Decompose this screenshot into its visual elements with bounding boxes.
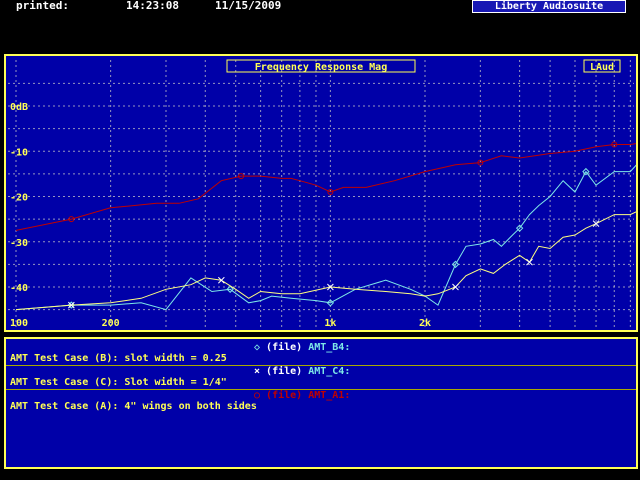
x-tick-label: 2k [419, 318, 431, 329]
legend-description: AMT Test Case (A): 4" wings on both side… [10, 401, 257, 412]
frequency-response-chart: Frequency Response Mag LAud 0dB -10 -20 -30 -4… [8, 59, 636, 329]
legend-file-header: ◇ (file) AMT_B4: [254, 342, 350, 353]
x-tick-label: 200 [102, 318, 120, 329]
y-tick-label: -10 [10, 147, 28, 158]
brand-badge: Liberty Audiosuite [472, 0, 626, 13]
legend-file-tag: (file) [260, 342, 309, 353]
print-time: 14:23:08 [126, 0, 179, 12]
legend-file-name: AMT_A1: [308, 390, 351, 401]
x-tick-label: 1k [324, 318, 336, 329]
plot-frame: Frequency Response Mag LAud 0dB -10 -20 -30 -4… [4, 54, 638, 332]
legend-panel: ◇ (file) AMT_B4: AMT Test Case (B): slot … [4, 337, 638, 469]
y-tick-label: -40 [10, 283, 28, 294]
legend-file-tag: (file) [260, 390, 309, 401]
printed-label: printed: [16, 0, 69, 12]
y-tick-label: -20 [10, 193, 28, 204]
y-tick-label: 0dB [10, 102, 28, 113]
series-line-amt_a1 [15, 143, 636, 231]
series-line-amt_c4 [15, 211, 636, 311]
y-tick-label: -30 [10, 238, 28, 249]
legend-file-header: ○ (file) AMT_A1: [254, 390, 350, 401]
legend-description: AMT Test Case (C): Slot width = 1/4" [10, 377, 227, 388]
legend-file-name: AMT_B4: [308, 342, 351, 353]
chart-title: Frequency Response Mag [255, 62, 387, 73]
top-status-bar: printed: 14:23:08 11/15/2009 Liberty Aud… [0, 0, 640, 14]
x-tick-label: 100 [10, 318, 28, 329]
legend-file-tag: (file) [260, 366, 309, 377]
laud-badge: LAud [590, 62, 614, 73]
legend-file-header: × (file) AMT_C4: [254, 366, 350, 377]
series-line-amt_b4 [15, 164, 636, 311]
legend-description: AMT Test Case (B): slot width = 0.25 [10, 353, 227, 364]
print-date: 11/15/2009 [215, 0, 282, 12]
legend-file-name: AMT_C4: [308, 366, 351, 377]
